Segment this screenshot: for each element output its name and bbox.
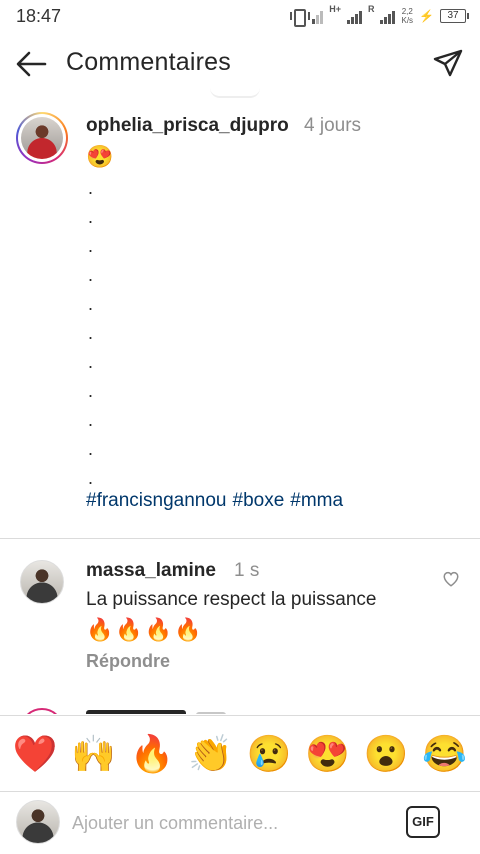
like-button[interactable] [442, 570, 460, 588]
speed-value: 2,2 [401, 7, 413, 16]
avatar-inner [18, 114, 66, 162]
share-button[interactable] [432, 48, 464, 80]
comment-emojis: 🔥🔥🔥🔥 [86, 617, 204, 642]
caption-dot: . [88, 294, 94, 314]
emoji-raising-hands-button[interactable]: 🙌 [68, 732, 120, 776]
caption-dot: . [88, 178, 94, 198]
hashtag-link[interactable]: #francisngannou [86, 490, 227, 512]
emoji-red-heart-button[interactable]: ❤️ [9, 732, 61, 776]
header: Commentaires [0, 32, 480, 96]
back-button[interactable] [14, 48, 48, 80]
charging-icon: ⚡ [419, 9, 434, 23]
heart-outline-icon [443, 571, 459, 587]
gif-button[interactable]: GIF [406, 806, 440, 838]
hashtag-link[interactable]: #boxe [233, 490, 285, 512]
paper-plane-icon [433, 49, 463, 77]
caption-dots: . . . . . . . . . . . [88, 174, 93, 493]
comment-text: La puissance respect la puissance [86, 589, 377, 610]
caption-dot: . [88, 410, 94, 430]
next-comment-timestamp [196, 712, 226, 714]
status-time: 18:47 [16, 6, 62, 26]
comment-avatar[interactable] [20, 560, 64, 604]
status-icons: H+ R 2,2 K/s ⚡ 37 [290, 4, 469, 27]
emoji-fire-button[interactable]: 🔥 [126, 732, 178, 776]
current-user-avatar [16, 800, 60, 844]
network-type: H+ [329, 4, 341, 14]
emoji-crying-face-button[interactable]: 😢 [243, 732, 295, 776]
caption-hashtags: #francisngannou #boxe #mma [86, 490, 343, 512]
caption-dot: . [88, 207, 94, 227]
caption-dot: . [88, 236, 94, 256]
caption-emoji: 😍 [86, 144, 114, 169]
caption-dot: . [88, 468, 94, 488]
emoji-tears-of-joy-button[interactable]: 😂 [419, 732, 471, 776]
vibrate-icon [290, 9, 311, 27]
caption-dot: . [88, 323, 94, 343]
caption-dot: . [88, 265, 94, 285]
comment-input-bar: GIF [0, 791, 480, 854]
signal-icon-2 [346, 8, 362, 24]
arrow-left-icon [16, 51, 47, 77]
comment-timestamp: 1 s [234, 560, 260, 581]
emoji-open-mouth-button[interactable]: 😮 [360, 732, 412, 776]
status-bar: 18:47 H+ R 2,2 K/s ⚡ 37 [0, 0, 480, 32]
page-title: Commentaires [66, 48, 231, 76]
emoji-heart-eyes-button[interactable]: 😍 [302, 732, 354, 776]
pull-indicator [210, 88, 260, 98]
speed-unit: K/s [401, 16, 414, 25]
caption-avatar[interactable] [16, 112, 68, 164]
caption-timestamp: 4 jours [304, 115, 362, 136]
battery-icon: 37 [440, 9, 469, 23]
comment-username[interactable]: massa_lamine [86, 560, 216, 582]
emoji-clapping-hands-button[interactable]: 👏 [185, 732, 237, 776]
next-comment-partial [0, 700, 480, 714]
next-comment-avatar [20, 708, 64, 714]
caption-dot: . [88, 352, 94, 372]
emoji-quick-bar: ❤️ 🙌 🔥 👏 😢 😍 😮 😂 [0, 715, 480, 791]
caption-dot: . [88, 381, 94, 401]
reply-button[interactable]: Répondre [86, 651, 170, 672]
caption-username[interactable]: ophelia_prisca_djupro [86, 115, 289, 137]
caption-dot: . [88, 439, 94, 459]
network-speed: 2,2 K/s [401, 7, 413, 25]
roaming-indicator: R [367, 4, 375, 14]
divider [0, 538, 480, 539]
next-comment-username [86, 710, 186, 714]
signal-icon-3 [380, 8, 396, 24]
signal-icon [312, 8, 324, 24]
hashtag-link[interactable]: #mma [290, 490, 343, 512]
avatar [21, 117, 63, 159]
comment-input[interactable] [72, 810, 372, 836]
